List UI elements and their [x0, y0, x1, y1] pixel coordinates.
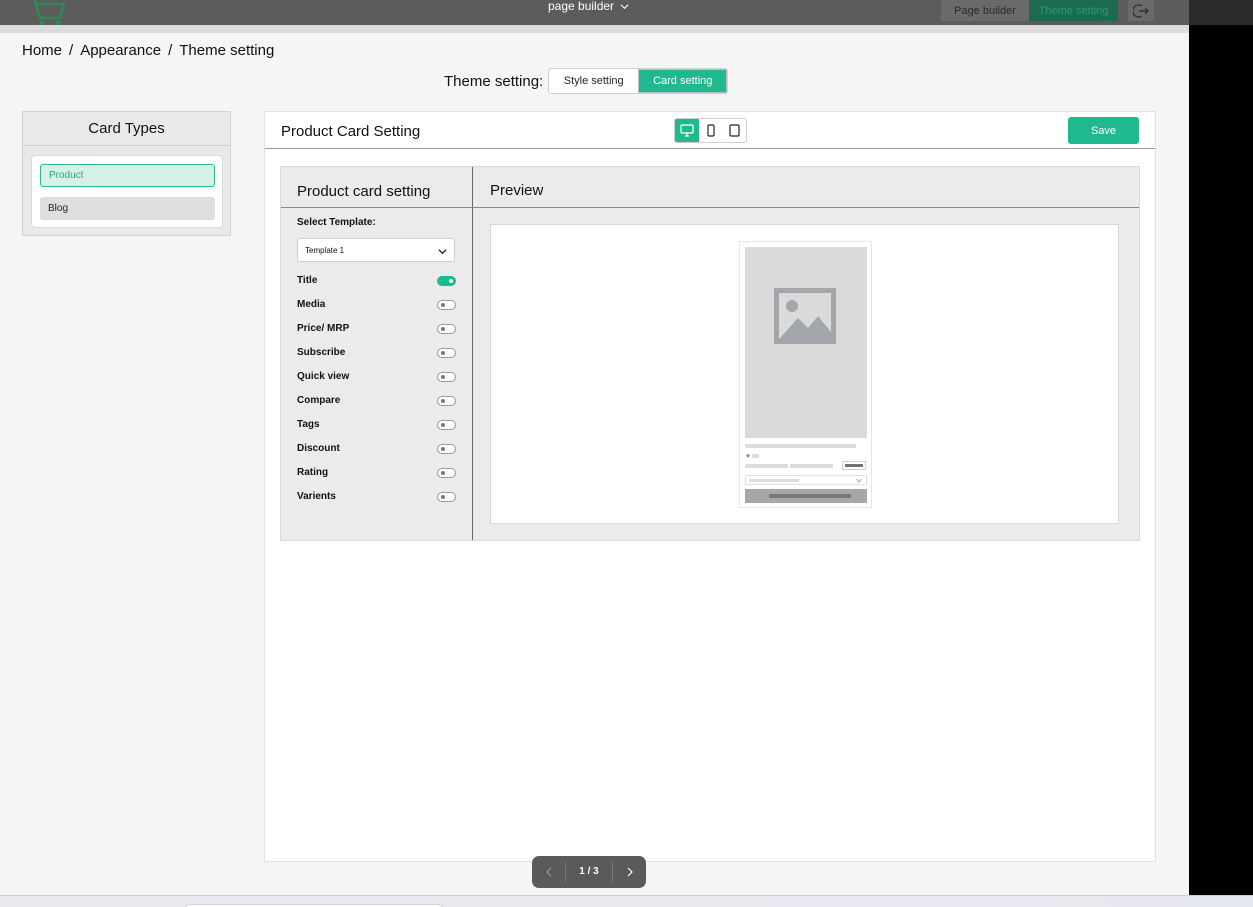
card-types-list: Product Blog [31, 155, 223, 228]
title-line [745, 444, 856, 448]
option-varients: Varients [297, 490, 457, 504]
bottom-taskbar [0, 895, 1253, 907]
cart-logo-icon [33, 0, 66, 26]
add-to-cart-placeholder [745, 489, 867, 503]
panel-header: Product Card Setting Save [265, 112, 1155, 149]
toggle-title[interactable] [437, 276, 456, 286]
toggle-tags[interactable] [437, 420, 456, 430]
option-label: Tags [297, 419, 320, 430]
template-select[interactable]: Template 1 [297, 238, 455, 262]
preview-title: Preview [490, 182, 544, 199]
tablet-icon [729, 124, 740, 137]
chevron-down-icon [438, 249, 447, 255]
toggle-media[interactable] [437, 300, 456, 310]
page-builder-menu[interactable]: page builder [548, 0, 629, 12]
mrp-line [790, 464, 833, 468]
rating-line [752, 454, 759, 458]
card-type-blog[interactable]: Blog [40, 197, 215, 220]
option-label: Varients [297, 491, 336, 502]
save-button[interactable]: Save [1068, 117, 1139, 144]
page-count: 1 / 3 [565, 862, 613, 882]
option-price-mrp: Price/ MRP [297, 322, 457, 336]
discount-badge [842, 461, 866, 470]
variant-select [745, 475, 867, 485]
toggle-price-mrp[interactable] [437, 324, 456, 334]
prev-page-button[interactable] [532, 856, 565, 888]
breadcrumb-home[interactable]: Home [22, 42, 62, 59]
desktop-icon [680, 124, 694, 137]
chevron-left-icon [545, 867, 551, 877]
toggle-varients[interactable] [437, 492, 456, 502]
settings-divider [281, 207, 473, 208]
card-type-product[interactable]: Product [40, 164, 215, 187]
tab-card-setting[interactable]: Card setting [638, 69, 728, 93]
option-title: Title [297, 274, 457, 288]
option-compare: Compare [297, 394, 457, 408]
option-label: Media [297, 299, 326, 310]
toggle-discount[interactable] [437, 444, 456, 454]
product-card-setting-panel: Product Card Setting Save Product card s… [264, 111, 1156, 862]
breadcrumb-separator: / [69, 42, 74, 59]
chevron-right-icon [627, 867, 633, 877]
option-label: Quick view [297, 371, 350, 382]
price-line [745, 464, 788, 468]
toggle-rating[interactable] [437, 468, 456, 478]
theme-setting-label: Theme setting: [444, 72, 544, 90]
toggle-quick-view[interactable] [437, 372, 456, 382]
theme-setting-button[interactable]: Theme setting [1029, 0, 1118, 21]
template-select-value: Template 1 [305, 245, 345, 255]
card-setting-area: Product card setting Select Template: Te… [280, 166, 1140, 541]
logout-icon [1133, 3, 1149, 18]
option-rating: Rating [297, 466, 457, 480]
product-card-preview: ★ [739, 241, 872, 508]
breadcrumb: Home / Appearance / Theme setting [22, 42, 274, 59]
top-bar: page builder Page builder Theme setting [0, 0, 1189, 26]
breadcrumb-theme-setting: Theme setting [179, 42, 275, 59]
option-tags: Tags [297, 418, 457, 432]
device-desktop-button[interactable] [675, 119, 699, 142]
card-types-panel: Card Types Product Blog [22, 111, 231, 236]
page-builder-menu-label: page builder [548, 0, 615, 13]
toggle-compare[interactable] [437, 396, 456, 406]
preview-area: ★ [490, 224, 1119, 524]
rating-star-icon: ★ [745, 453, 752, 460]
option-media: Media [297, 298, 457, 312]
page-builder-button[interactable]: Page builder [941, 0, 1029, 21]
option-label: Price/ MRP [297, 323, 350, 334]
select-template-label: Select Template: [297, 217, 376, 228]
option-discount: Discount [297, 442, 457, 456]
panel-title: Product Card Setting [281, 123, 421, 140]
chevron-down-icon [856, 478, 862, 483]
theme-setting-tabs: Style setting Card setting [548, 68, 729, 94]
device-mobile-button[interactable] [699, 119, 723, 142]
preview-divider [473, 207, 1139, 208]
device-toggle [674, 118, 747, 143]
settings-title: Product card setting [297, 183, 431, 200]
breadcrumb-separator: / [168, 42, 173, 59]
option-label: Discount [297, 443, 340, 454]
next-page-button[interactable] [613, 856, 646, 888]
option-label: Compare [297, 395, 341, 406]
settings-column: Product card setting Select Template: Te… [281, 167, 473, 540]
image-placeholder-icon [774, 288, 836, 344]
top-bar-divider [0, 25, 1189, 33]
card-types-title: Card Types [23, 112, 230, 146]
image-placeholder [745, 247, 867, 438]
device-tablet-button[interactable] [722, 119, 746, 142]
logout-button[interactable] [1128, 0, 1154, 21]
theme-setting-switch: Theme setting: Style setting Card settin… [444, 68, 729, 94]
option-label: Title [297, 275, 318, 286]
chevron-down-icon [620, 3, 629, 9]
window-edge [1189, 0, 1253, 895]
option-subscribe: Subscribe [297, 346, 457, 360]
page-pager: 1 / 3 [532, 856, 646, 888]
tab-style-setting[interactable]: Style setting [549, 69, 639, 93]
mobile-icon [706, 124, 715, 137]
option-label: Subscribe [297, 347, 346, 358]
breadcrumb-appearance[interactable]: Appearance [80, 42, 161, 59]
option-label: Rating [297, 467, 329, 478]
toggle-subscribe[interactable] [437, 348, 456, 358]
option-quick-view: Quick view [297, 370, 457, 384]
